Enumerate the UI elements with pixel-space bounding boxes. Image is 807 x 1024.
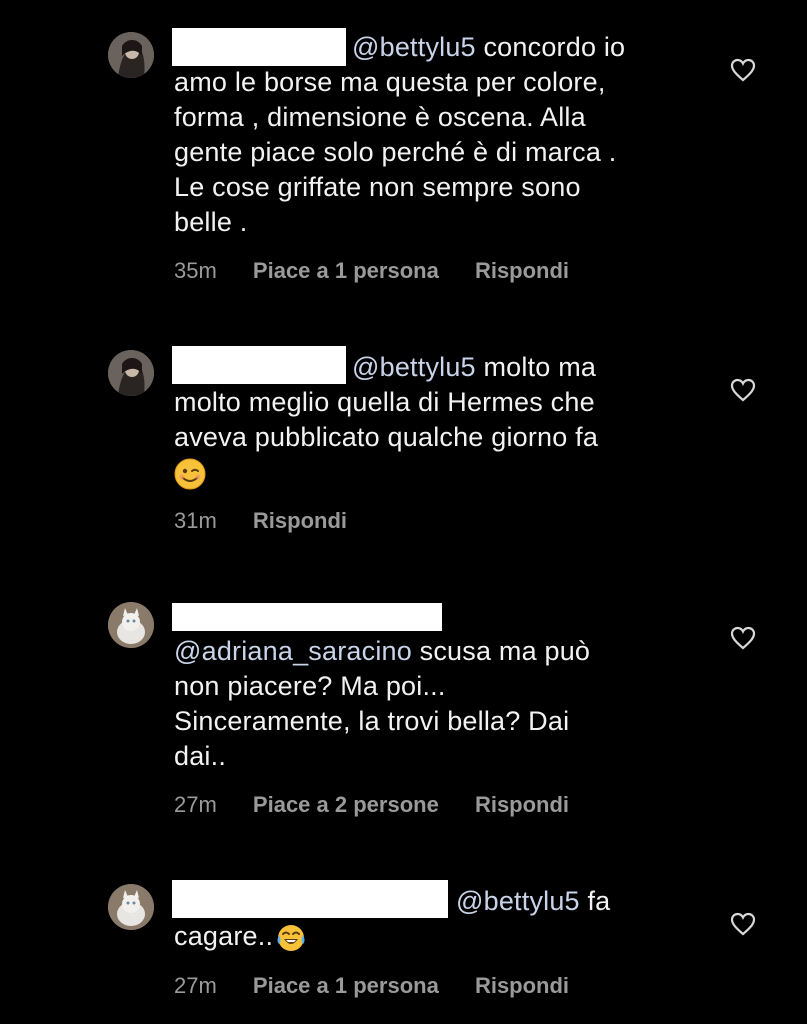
heart-outline-icon[interactable] <box>730 626 756 650</box>
avatar[interactable] <box>108 32 154 78</box>
timestamp: 31m <box>174 508 217 533</box>
comment-line: amo le borse ma questa per colore, <box>174 67 606 97</box>
reply-button[interactable]: Rispondi <box>475 258 569 283</box>
heart-outline-icon[interactable] <box>730 378 756 402</box>
comment-meta: 35m Piace a 1 persona Rispondi <box>174 258 599 284</box>
comment-text: @bettylu5 concordo io amo le borse ma qu… <box>174 30 694 240</box>
comment-line: cagare.. <box>174 921 274 951</box>
comment-text: @adriana_saracino scusa ma può non piace… <box>174 634 694 774</box>
mention-link[interactable]: @bettylu5 <box>352 352 476 382</box>
comment-text: @bettylu5 fa cagare.. <box>174 884 694 954</box>
likes-count-link[interactable]: Piace a 1 persona <box>253 258 439 283</box>
comment-line: molto meglio quella di Hermes che <box>174 387 595 417</box>
comment-line: concordo io <box>483 32 626 62</box>
heart-outline-icon[interactable] <box>730 58 756 82</box>
likes-count-link[interactable]: Piace a 1 persona <box>253 973 439 998</box>
redacted-username <box>172 603 442 631</box>
comment-meta: 31m Rispondi <box>174 508 377 534</box>
comment-line: forma , dimensione è oscena. Alla <box>174 102 586 132</box>
heart-outline-icon[interactable] <box>730 912 756 936</box>
comment-line: molto ma <box>483 352 597 382</box>
comment-meta: 27m Piace a 2 persone Rispondi <box>174 792 599 818</box>
avatar[interactable] <box>108 602 154 648</box>
mention-link[interactable]: @bettylu5 <box>352 32 476 62</box>
tears-of-joy-emoji <box>277 924 305 951</box>
comment-line: aveva pubblicato qualche giorno fa <box>174 422 599 452</box>
mention-link[interactable]: @adriana_saracino <box>174 636 412 666</box>
comment-text: @bettylu5 molto ma molto meglio quella d… <box>174 350 694 490</box>
comment-line: non piacere? Ma poi... <box>174 671 446 701</box>
comment-line: scusa ma può <box>419 636 591 666</box>
timestamp: 27m <box>174 973 217 998</box>
comment-line: fa <box>587 886 611 916</box>
avatar[interactable] <box>108 350 154 396</box>
avatar[interactable] <box>108 884 154 930</box>
comment-line: belle . <box>174 207 248 237</box>
reply-button[interactable]: Rispondi <box>475 792 569 817</box>
timestamp: 35m <box>174 258 217 283</box>
winking-face-emoji <box>174 458 206 490</box>
likes-count-link[interactable]: Piace a 2 persone <box>253 792 439 817</box>
timestamp: 27m <box>174 792 217 817</box>
comment-line: gente piace solo perché è di marca . <box>174 137 617 167</box>
mention-link[interactable]: @bettylu5 <box>456 886 580 916</box>
comment-line: Sinceramente, la trovi bella? Dai <box>174 706 570 736</box>
reply-button[interactable]: Rispondi <box>253 508 347 533</box>
comment-meta: 27m Piace a 1 persona Rispondi <box>174 973 599 999</box>
comment-line: Le cose griffate non sempre sono <box>174 172 581 202</box>
reply-button[interactable]: Rispondi <box>475 973 569 998</box>
comment-line: dai.. <box>174 741 227 771</box>
